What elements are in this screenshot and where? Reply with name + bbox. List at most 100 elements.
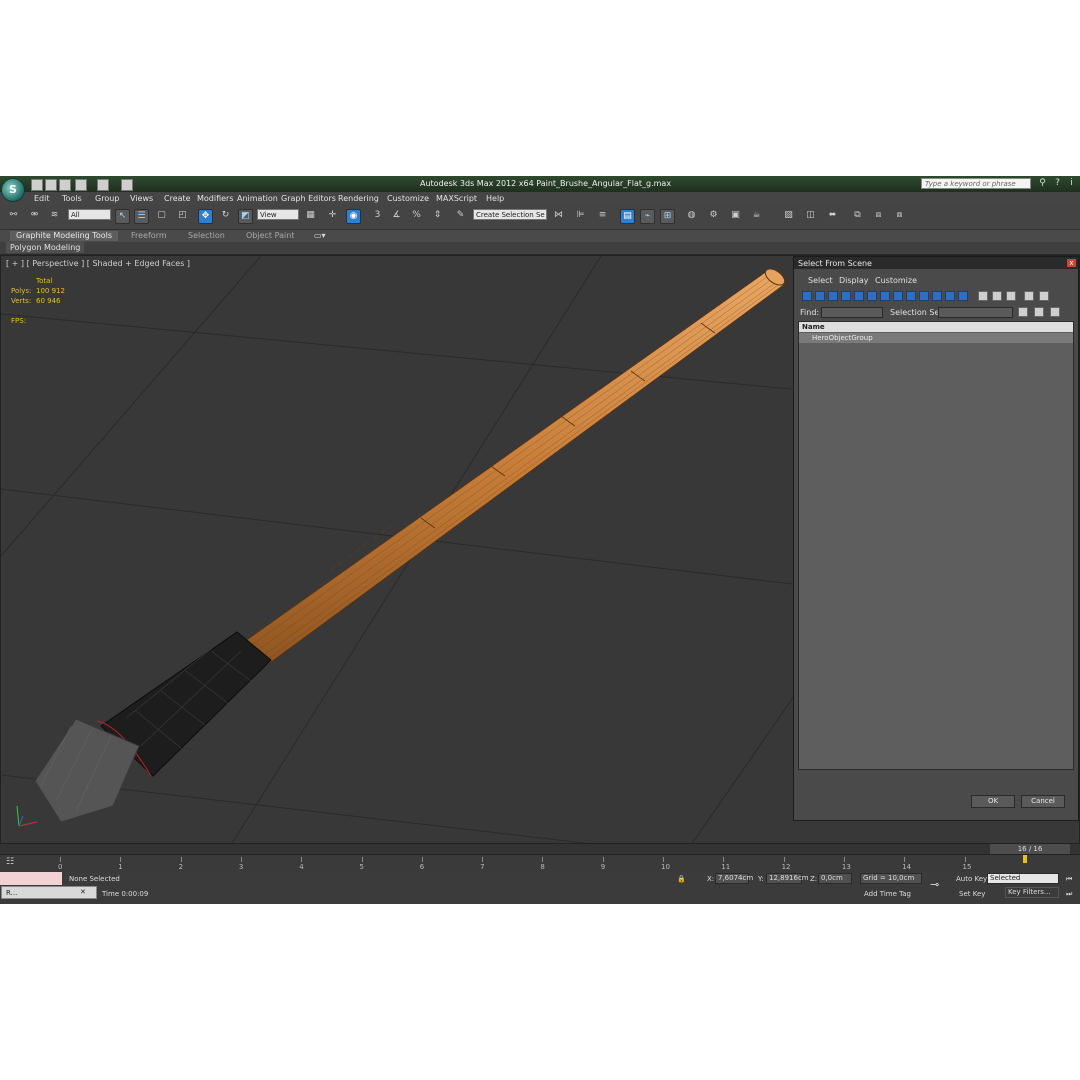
render-production-icon[interactable]: ☕ (749, 209, 764, 224)
dialog-menu-display[interactable]: Display (839, 276, 869, 285)
track-bar[interactable]: ☷ 0 1 2 3 4 5 6 7 8 9 10 11 12 13 14 15 (0, 854, 1080, 873)
ribbon-options-icon[interactable]: ▭▾ (314, 231, 326, 241)
manipulate-icon[interactable]: ◉ (346, 209, 361, 224)
maxscript-listener-field[interactable] (0, 872, 62, 885)
z-coordinate-field[interactable]: 0,0cm (818, 873, 852, 884)
selection-set-tool-3-icon[interactable] (1050, 307, 1060, 317)
ok-button[interactable]: OK (971, 795, 1015, 808)
key-selection-dropdown[interactable]: Selected (987, 873, 1059, 884)
list-item[interactable]: HeroObjectGroup (799, 333, 1073, 343)
display-frozen-icon[interactable] (932, 291, 942, 301)
menu-maxscript[interactable]: MAXScript (436, 194, 477, 203)
reference-coordinate-dropdown[interactable]: View (257, 209, 299, 220)
menu-help[interactable]: Help (486, 194, 504, 203)
extra-tool-6-icon[interactable]: ⧇ (892, 209, 907, 224)
unlink-icon[interactable]: ⚮ (27, 209, 42, 224)
display-helpers-icon[interactable] (854, 291, 864, 301)
dialog-menu-customize[interactable]: Customize (875, 276, 917, 285)
tab-object-paint[interactable]: Object Paint (246, 231, 294, 241)
dialog-close-button[interactable]: x (1067, 259, 1076, 267)
material-editor-icon[interactable]: ◍ (684, 209, 699, 224)
open-file-icon[interactable] (45, 179, 57, 191)
taskbar-button[interactable]: R... ✕ (1, 886, 97, 899)
viewport-label[interactable]: [ + ] [ Perspective ] [ Shaded + Edged F… (6, 259, 190, 268)
menu-customize[interactable]: Customize (387, 194, 429, 203)
polygon-modeling-panel[interactable]: Polygon Modeling (6, 242, 85, 253)
window-crossing-icon[interactable]: ◰ (175, 209, 190, 224)
snaps-toggle-icon[interactable]: 3 (370, 209, 385, 224)
select-and-move-icon[interactable]: ✥ (198, 209, 213, 224)
taskbar-close-icon[interactable]: ✕ (80, 888, 86, 896)
render-setup-icon[interactable]: ⚙ (706, 209, 721, 224)
select-all-icon[interactable] (978, 291, 988, 301)
dialog-title-bar[interactable]: Select From Scene x (794, 257, 1078, 269)
tab-freeform[interactable]: Freeform (131, 231, 167, 241)
selection-set-tool-2-icon[interactable] (1034, 307, 1044, 317)
info-icon[interactable]: i (1066, 178, 1077, 189)
auto-key-button[interactable]: Auto Key (956, 875, 987, 883)
dialog-menu-select[interactable]: Select (808, 276, 833, 285)
y-coordinate-field[interactable]: 12,8916cm (766, 873, 809, 884)
rectangular-selection-icon[interactable]: ▢ (154, 209, 169, 224)
percent-snap-icon[interactable]: % (409, 209, 424, 224)
selection-set-dropdown[interactable] (938, 307, 1013, 318)
transform-gizmo-icon[interactable]: ✛ (325, 209, 340, 224)
pivot-center-icon[interactable]: ▦ (303, 209, 318, 224)
display-bones-icon[interactable] (906, 291, 916, 301)
menu-modifiers[interactable]: Modifiers (197, 194, 234, 203)
angle-snap-icon[interactable]: ∡ (389, 209, 404, 224)
new-file-icon[interactable] (31, 179, 43, 191)
display-hidden-icon[interactable] (945, 291, 955, 301)
time-slider[interactable]: 16 / 16 (0, 844, 1080, 854)
tab-selection[interactable]: Selection (188, 231, 225, 241)
display-shapes-icon[interactable] (815, 291, 825, 301)
filter-options-icon[interactable] (1039, 291, 1049, 301)
mini-curve-editor-icon[interactable]: ☷ (6, 857, 14, 867)
column-header-name[interactable]: Name (799, 322, 1073, 332)
lock-selection-icon[interactable]: 🔒 (677, 875, 686, 883)
display-lights-icon[interactable] (828, 291, 838, 301)
display-cameras-icon[interactable] (841, 291, 851, 301)
bind-space-warp-icon[interactable]: ≋ (47, 209, 62, 224)
key-filters-button[interactable]: Key Filters... (1005, 887, 1059, 898)
extra-tool-1-icon[interactable]: ▧ (781, 209, 796, 224)
curve-editor-icon[interactable]: ⌁ (640, 209, 655, 224)
go-to-end-icon[interactable]: ⏭ (1066, 890, 1072, 899)
select-by-name-icon[interactable]: ☰ (134, 209, 149, 224)
display-all-icon[interactable] (958, 291, 968, 301)
menu-graph-editors[interactable]: Graph Editors (281, 194, 336, 203)
extra-tool-3-icon[interactable]: ⬌ (825, 209, 840, 224)
add-time-tag-button[interactable]: Add Time Tag (864, 890, 911, 898)
go-to-start-icon[interactable]: ⏮ (1066, 875, 1072, 884)
link-icon[interactable]: ⚯ (6, 209, 21, 224)
selection-filter-dropdown[interactable]: All (68, 209, 111, 220)
x-coordinate-field[interactable]: 7,6074cm (715, 873, 753, 884)
time-slider-marker[interactable] (1022, 855, 1027, 863)
menu-animation[interactable]: Animation (237, 194, 278, 203)
select-and-rotate-icon[interactable]: ↻ (218, 209, 233, 224)
undo-icon[interactable] (75, 179, 87, 191)
select-and-scale-icon[interactable]: ◩ (238, 209, 253, 224)
key-mode-icon[interactable]: ⊸ (930, 878, 939, 891)
select-object-icon[interactable]: ↖ (115, 209, 130, 224)
display-xrefs-icon[interactable] (893, 291, 903, 301)
scene-object-list[interactable]: Name HeroObjectGroup (798, 321, 1074, 770)
align-icon[interactable]: ⊫ (573, 209, 588, 224)
cancel-button[interactable]: Cancel (1021, 795, 1065, 808)
menu-group[interactable]: Group (95, 194, 119, 203)
named-selection-sets-dropdown[interactable]: Create Selection Se (473, 209, 547, 220)
extra-tool-5-icon[interactable]: ⧈ (871, 209, 886, 224)
menu-tools[interactable]: Tools (62, 194, 82, 203)
tab-graphite-modeling-tools[interactable]: Graphite Modeling Tools (10, 231, 119, 241)
spinner-snap-icon[interactable]: ⇕ (430, 209, 445, 224)
rendered-frame-window-icon[interactable]: ▣ (728, 209, 743, 224)
filter-icon[interactable] (1024, 291, 1034, 301)
schematic-view-icon[interactable]: ⊞ (660, 209, 675, 224)
redo-icon[interactable] (97, 179, 109, 191)
search-input[interactable]: Type a keyword or phrase (921, 178, 1031, 189)
menu-create[interactable]: Create (164, 194, 191, 203)
select-none-icon[interactable] (992, 291, 1002, 301)
select-invert-icon[interactable] (1006, 291, 1016, 301)
selection-set-tool-1-icon[interactable] (1018, 307, 1028, 317)
binoculars-icon[interactable]: ⚲ (1037, 178, 1048, 189)
